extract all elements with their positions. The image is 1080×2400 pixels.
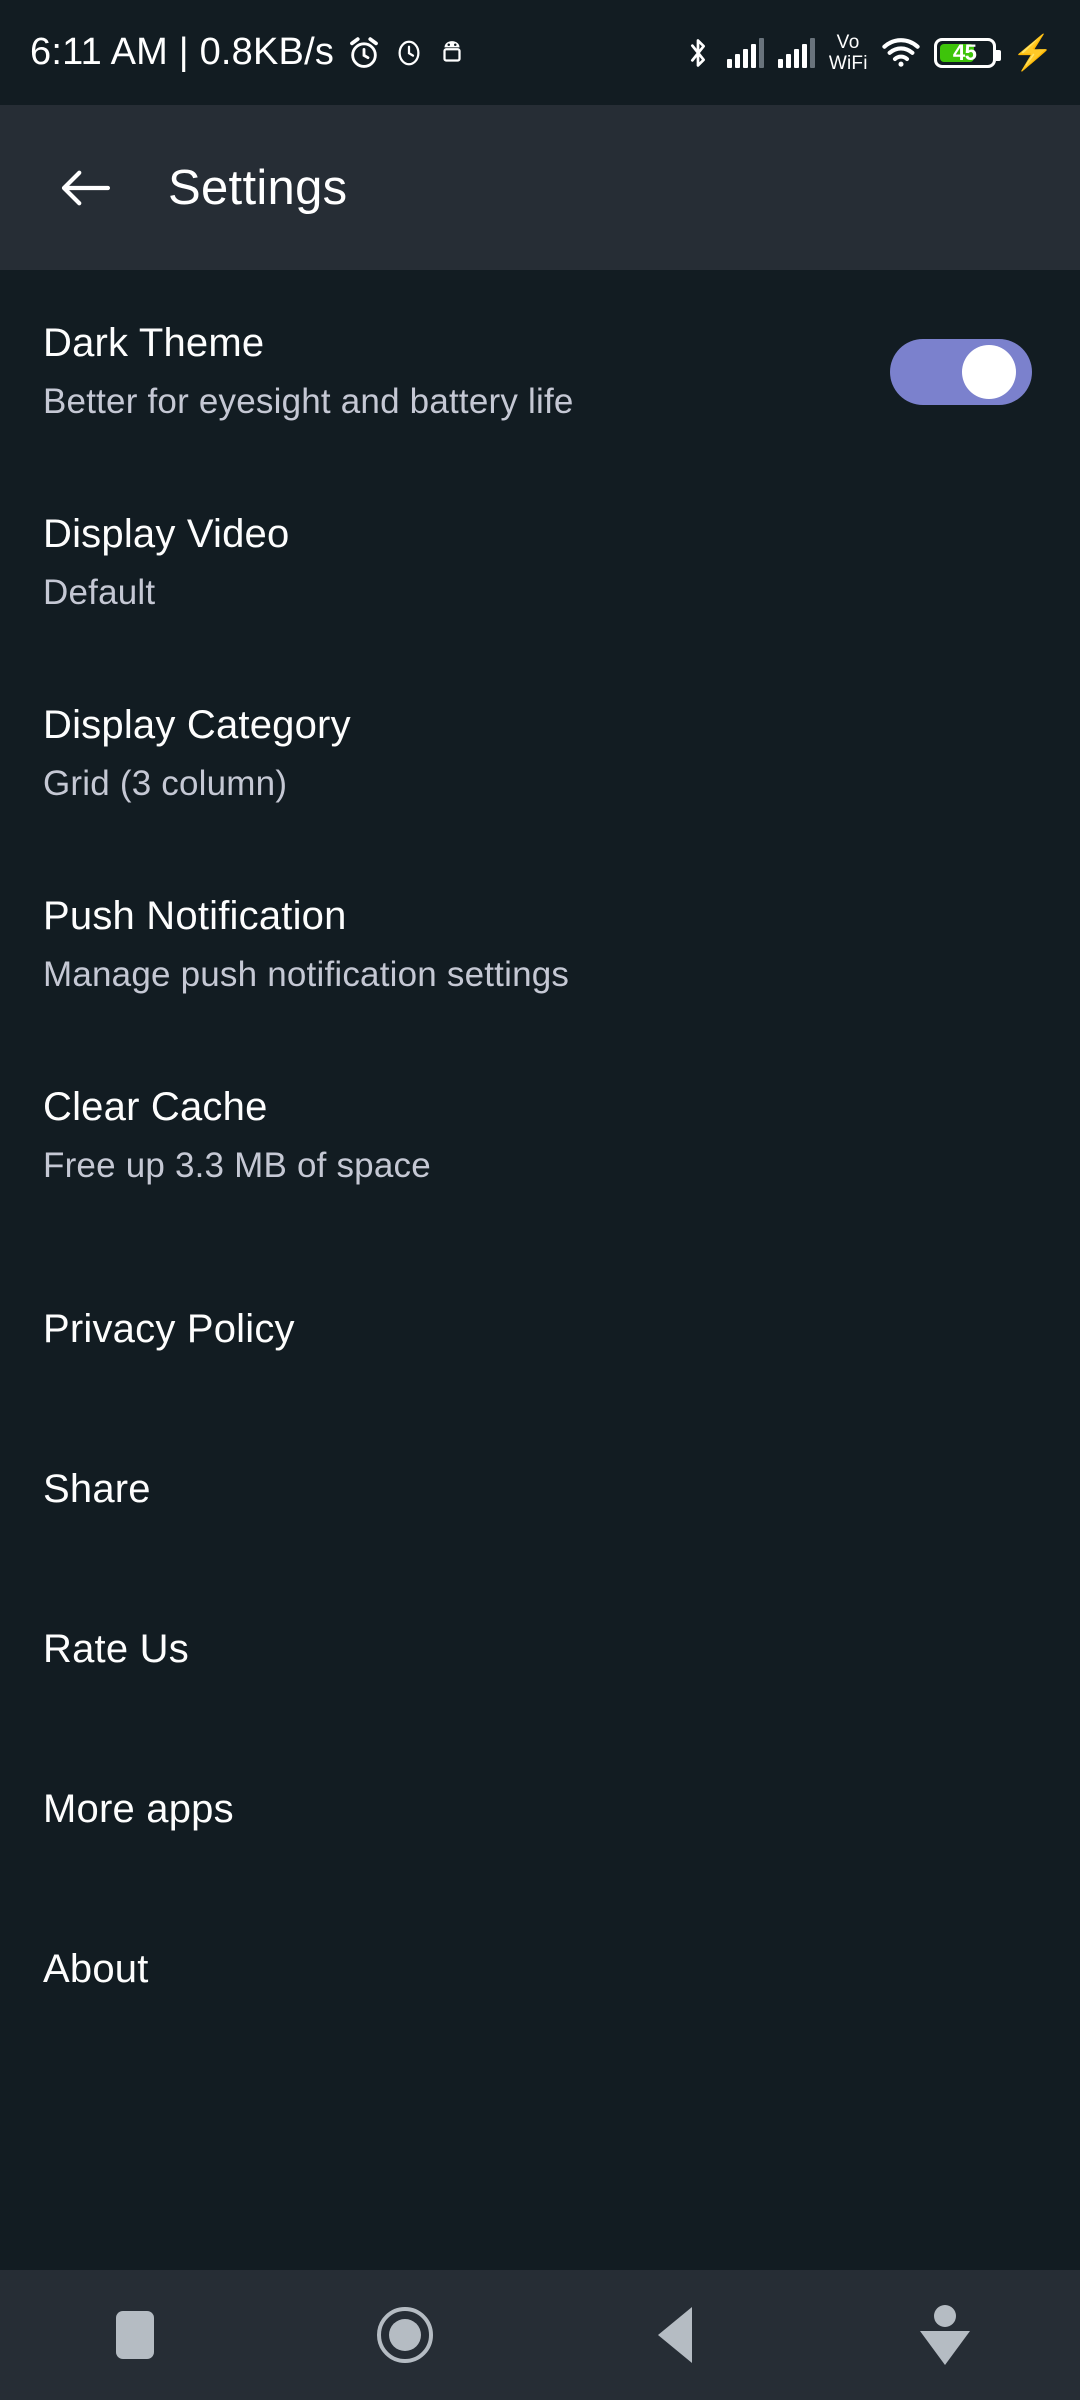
- status-clock-and-netspeed: 6:11 AM | 0.8KB/s: [30, 31, 335, 73]
- settings-item-rate-us[interactable]: Rate Us: [0, 1569, 1080, 1729]
- settings-item-title: Display Video: [43, 512, 290, 556]
- alarm-clock-icon: [347, 36, 381, 70]
- recents-square-icon: [116, 2311, 154, 2359]
- settings-item-share[interactable]: Share: [0, 1409, 1080, 1569]
- settings-item-display-video[interactable]: Display Video Default: [0, 485, 1080, 640]
- phone-screen: 6:11 AM | 0.8KB/s Vo WiFi 45 ⚡ Settings …: [0, 0, 1080, 2400]
- settings-item-text: Push Notification Manage push notificati…: [43, 894, 1037, 995]
- settings-item-subtitle: Manage push notification settings: [43, 955, 570, 994]
- settings-item-subtitle: Free up 3.3 MB of space: [43, 1146, 431, 1185]
- settings-item-text: Share: [43, 1467, 1037, 1512]
- settings-item-title: Push Notification: [43, 894, 347, 938]
- volte-label-top: Vo: [836, 31, 860, 53]
- settings-item-title: Share: [43, 1466, 151, 1511]
- bluetooth-icon: [683, 36, 713, 70]
- settings-item-push-notification[interactable]: Push Notification Manage push notificati…: [0, 867, 1080, 1022]
- settings-item-text: Clear Cache Free up 3.3 MB of space: [43, 1085, 1037, 1186]
- settings-list: Dark Theme Better for eyesight and batte…: [0, 270, 1080, 2270]
- settings-item-more-apps[interactable]: More apps: [0, 1729, 1080, 1889]
- signal-bars-icon: [777, 37, 815, 68]
- settings-item-subtitle: Grid (3 column): [43, 764, 288, 803]
- battery-icon: 45: [933, 37, 1001, 68]
- recents-button[interactable]: [0, 2311, 270, 2359]
- clock-icon: [394, 38, 424, 68]
- hide-navbar-button[interactable]: [810, 2305, 1080, 2365]
- settings-item-title: Dark Theme: [43, 321, 265, 365]
- home-circle-icon: [377, 2307, 433, 2363]
- settings-item-title: Privacy Policy: [43, 1306, 295, 1351]
- page-title: Settings: [168, 160, 348, 215]
- settings-item-about[interactable]: About: [0, 1889, 1080, 2049]
- settings-item-title: About: [43, 1946, 149, 1991]
- back-nav-button[interactable]: [540, 2307, 810, 2363]
- settings-item-text: Display Video Default: [43, 512, 1037, 613]
- status-bar-left: 6:11 AM | 0.8KB/s: [30, 31, 467, 74]
- settings-item-dark-theme[interactable]: Dark Theme Better for eyesight and batte…: [0, 294, 1080, 449]
- android-robot-icon: [437, 38, 467, 68]
- back-button[interactable]: [52, 155, 118, 221]
- status-bar: 6:11 AM | 0.8KB/s Vo WiFi 45 ⚡: [0, 0, 1080, 105]
- dark-theme-toggle[interactable]: [890, 338, 1032, 405]
- charging-bolt-icon: ⚡: [1011, 33, 1054, 72]
- signal-bars-icon: [726, 37, 764, 68]
- settings-item-text: More apps: [43, 1787, 1037, 1832]
- home-button[interactable]: [270, 2307, 540, 2363]
- settings-item-clear-cache[interactable]: Clear Cache Free up 3.3 MB of space: [0, 1058, 1080, 1213]
- settings-item-title: More apps: [43, 1786, 234, 1831]
- settings-item-display-category[interactable]: Display Category Grid (3 column): [0, 676, 1080, 831]
- battery-level-label: 45: [952, 39, 977, 65]
- settings-item-text: About: [43, 1947, 1037, 1992]
- wifi-icon: [882, 37, 920, 68]
- settings-item-subtitle: Better for eyesight and battery life: [43, 382, 574, 421]
- back-triangle-icon: [658, 2307, 692, 2363]
- settings-item-text: Display Category Grid (3 column): [43, 703, 1037, 804]
- navigation-bar: [0, 2270, 1080, 2400]
- settings-item-text: Rate Us: [43, 1627, 1037, 1672]
- arrow-left-icon: [61, 170, 111, 205]
- volte-label-bottom: WiFi: [828, 52, 868, 74]
- settings-item-title: Rate Us: [43, 1626, 189, 1671]
- settings-item-subtitle: Default: [43, 573, 156, 612]
- volte-wifi-icon: Vo WiFi: [829, 33, 868, 73]
- app-bar: Settings: [0, 105, 1080, 270]
- toggle-thumb: [962, 344, 1016, 399]
- settings-item-title: Display Category: [43, 703, 351, 747]
- settings-item-text: Dark Theme Better for eyesight and batte…: [43, 321, 890, 422]
- hide-navbar-icon: [920, 2305, 970, 2365]
- settings-item-title: Clear Cache: [43, 1085, 268, 1129]
- settings-item-privacy-policy[interactable]: Privacy Policy: [0, 1249, 1080, 1409]
- status-bar-right: Vo WiFi 45 ⚡: [683, 33, 1054, 73]
- settings-item-text: Privacy Policy: [43, 1307, 1037, 1352]
